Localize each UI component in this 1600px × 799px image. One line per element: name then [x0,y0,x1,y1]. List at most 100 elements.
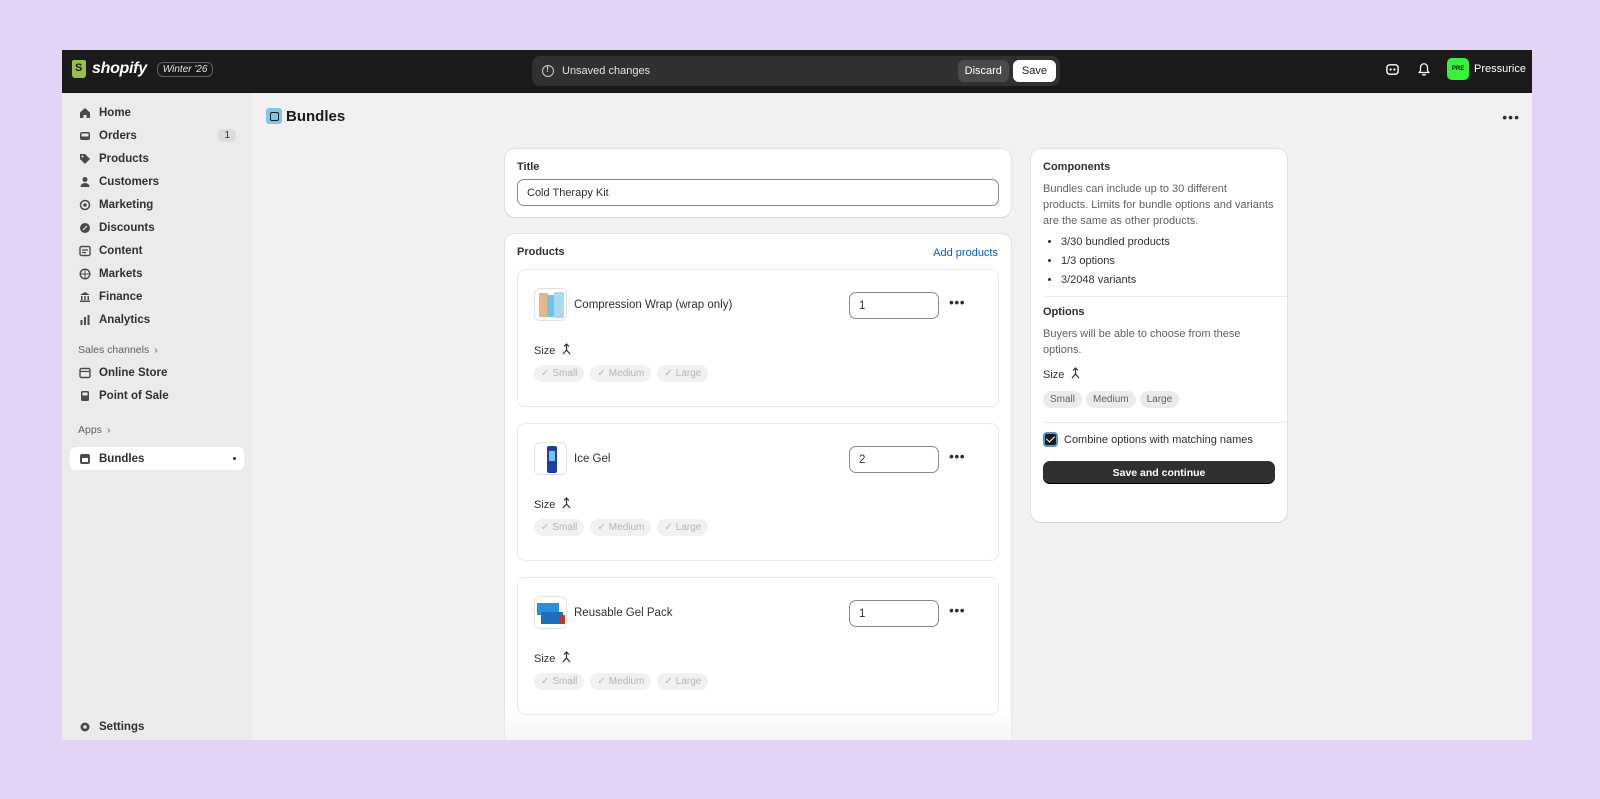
sidebar-item-label: Marketing [99,198,154,211]
sidebar-item-label: Analytics [99,313,151,326]
option-value-pill: Large [1139,391,1180,408]
pill-label: Large [675,676,702,687]
save-and-continue-button[interactable]: Save and continue [1043,461,1275,484]
divider [1043,422,1287,423]
edition-badge[interactable]: Winter '26 [156,61,214,77]
quantity-input[interactable]: 2 [849,446,939,473]
add-products-link[interactable]: Add products [933,247,998,259]
sidebar-item-online-store[interactable]: Online Store [70,361,244,384]
option-label: Size [534,498,556,511]
product-more-icon[interactable]: ••• [949,294,965,310]
product-name: Ice Gel [574,453,611,465]
sidebar-item-discounts[interactable]: Discounts [70,216,244,239]
product-thumbnail [534,288,567,321]
sidebar-item-settings[interactable]: Settings [70,715,244,738]
sidekick-icon[interactable] [1383,60,1401,78]
pill-label: Small [552,522,578,533]
option-row: Size [534,343,572,358]
target-icon [78,198,91,211]
option-value-pill: ✓ Large [657,365,709,382]
store-avatar: PRE [1447,58,1470,80]
sidebar-item-home[interactable]: Home [70,101,244,124]
stat-variants: 3/2048 variants [1061,273,1275,287]
bell-icon[interactable] [1415,60,1433,78]
unsaved-changes-bar: Unsaved changes Discard Save [532,56,1060,86]
section-label: Sales channels [78,344,150,356]
combine-options-checkbox[interactable] [1043,432,1058,447]
option-values: Small Medium Large [1043,391,1275,408]
sidebar-nav: Home Orders 1 Products Customers Marketi… [62,93,252,740]
pill-label: Large [675,522,702,533]
sidebar-item-label: Bundles [99,452,145,465]
sales-channels-header[interactable]: Sales channels › [70,339,244,361]
combine-options-row[interactable]: Combine options with matching names [1043,432,1275,447]
pill-label: Medium [608,522,645,533]
section-label: Apps [78,424,102,436]
option-label: Size [534,344,556,357]
pos-icon [78,389,91,402]
page-title: Bundles [286,107,346,125]
more-actions-icon[interactable]: ••• [1502,109,1520,125]
sidebar-item-customers[interactable]: Customers [70,170,244,193]
product-thumbnail [534,442,567,475]
app-window: shopify Winter '26 Unsaved changes Disca… [62,50,1532,740]
merge-icon[interactable] [561,651,572,666]
check-icon: ✓ [664,676,673,687]
option-value-pill: ✓ Medium [590,519,652,536]
brand-name: shopify [92,60,147,77]
option-row: Size [534,497,572,512]
product-row: Reusable Gel Pack 1 ••• Size ✓ Small ✓ Med… [517,577,999,715]
sidebar-item-label: Customers [99,175,160,188]
title-label: Title [517,161,540,173]
product-thumbnail [534,596,567,629]
check-icon: ✓ [541,368,550,379]
check-icon: ✓ [597,676,606,687]
sidebar-item-markets[interactable]: Markets [70,262,244,285]
pill-label: Small [552,368,578,379]
sidebar-item-bundles[interactable]: Bundles [70,447,244,470]
unsaved-label: Unsaved changes [562,65,651,77]
store-icon [78,366,91,379]
check-icon: ✓ [597,522,606,533]
sidebar-item-products[interactable]: Products [70,147,244,170]
sidebar-item-label: Online Store [99,366,168,379]
quantity-input[interactable]: 1 [849,600,939,627]
merge-icon[interactable] [1070,367,1081,382]
sidebar-item-orders[interactable]: Orders 1 [70,124,244,147]
option-row: Size [534,651,572,666]
option-value-pill: ✓ Small [534,519,585,536]
store-menu[interactable]: PRE Pressurice [1447,58,1526,80]
scroll-fade [252,710,1532,740]
quantity-input[interactable]: 1 [849,292,939,319]
pill-label: Medium [608,368,645,379]
discard-button[interactable]: Discard [957,60,1009,82]
apps-header[interactable]: Apps › [70,419,244,441]
home-icon [78,106,91,119]
merge-icon[interactable] [561,497,572,512]
content-icon [78,244,91,257]
sidebar-item-label: Discounts [99,221,155,234]
title-card: Title Cold Therapy Kit [505,149,1011,217]
check-icon: ✓ [541,676,550,687]
sidebar-item-label: Markets [99,267,143,280]
title-input[interactable]: Cold Therapy Kit [517,179,999,206]
sidebar-item-finance[interactable]: Finance [70,285,244,308]
option-values: ✓ Small ✓ Medium ✓ Large [534,365,709,382]
alert-circle-icon [542,64,554,77]
stat-bundled-products: 3/30 bundled products [1061,235,1275,249]
sidebar-item-marketing[interactable]: Marketing [70,193,244,216]
sidebar-item-label: Point of Sale [99,389,169,402]
product-more-icon[interactable]: ••• [949,602,965,618]
merge-icon[interactable] [561,343,572,358]
shopify-logo[interactable]: shopify Winter '26 [72,60,214,78]
save-button[interactable]: Save [1012,60,1056,82]
sidebar-item-point-of-sale[interactable]: Point of Sale [70,384,244,407]
option-value-pill: Medium [1086,391,1136,408]
sidebar-item-label: Products [99,152,149,165]
option-values: ✓ Small ✓ Medium ✓ Large [534,519,709,536]
sidebar-item-content[interactable]: Content [70,239,244,262]
sidebar-item-label: Settings [99,720,145,733]
chart-icon [78,313,91,326]
product-more-icon[interactable]: ••• [949,448,965,464]
sidebar-item-analytics[interactable]: Analytics [70,308,244,331]
